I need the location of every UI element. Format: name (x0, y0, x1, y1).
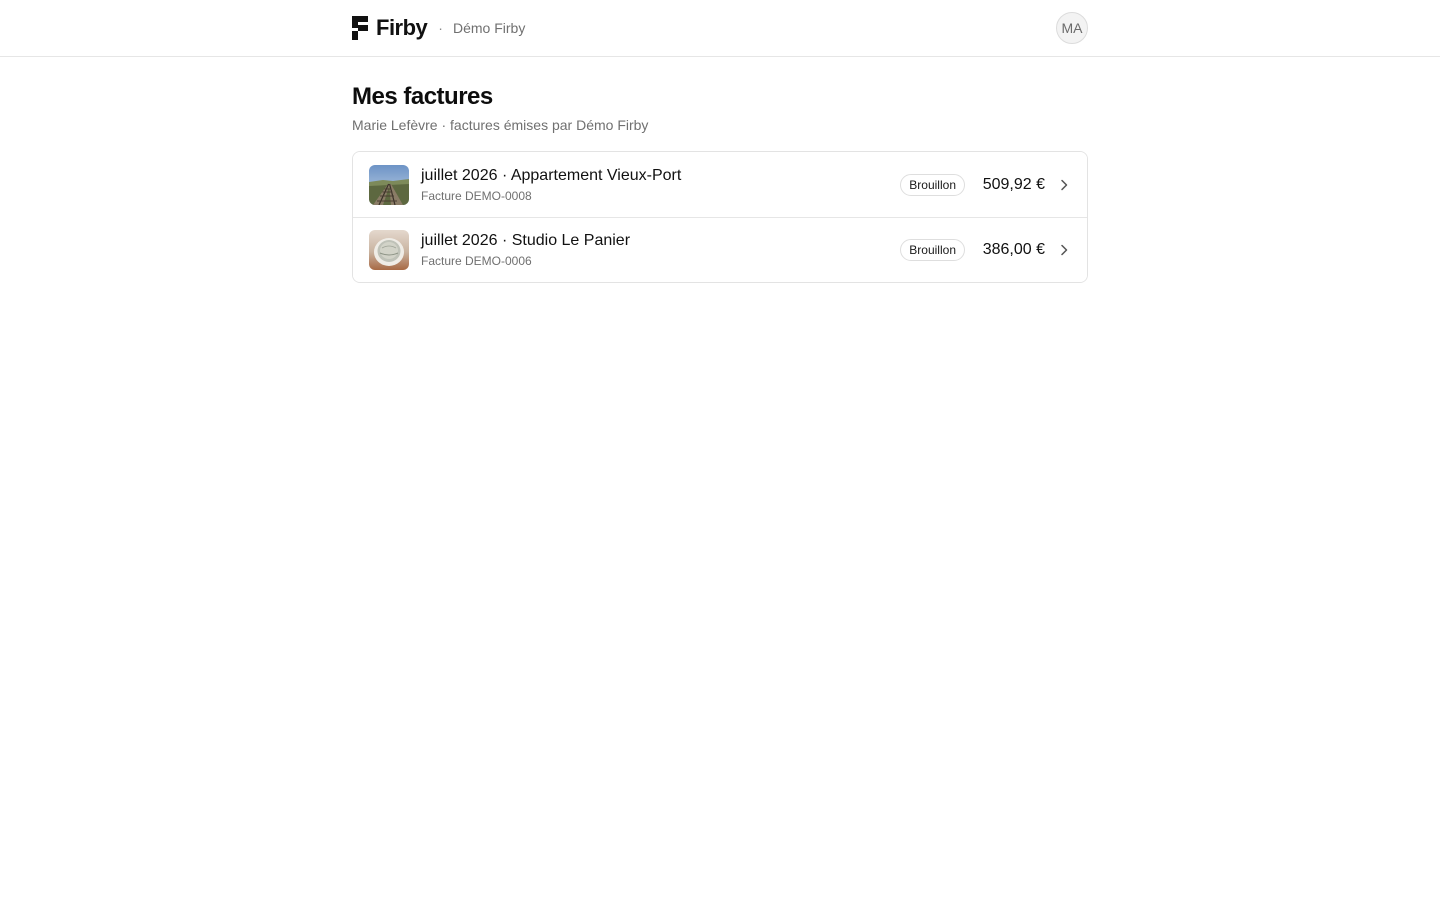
brand-name: Firby (376, 15, 428, 40)
page-title: Mes factures (352, 83, 493, 110)
firby-logo-icon (352, 16, 368, 40)
page-subtitle: Marie Lefèvre · factures émises par Démo… (352, 117, 649, 133)
chevron-right-icon (1057, 178, 1071, 192)
invoice-number: Facture DEMO-0006 (421, 254, 532, 268)
invoice-title: juillet 2026 · Studio Le Panier (421, 232, 631, 249)
invoice-text: juillet 2026 · Studio Le Panier Facture … (421, 231, 900, 269)
brand-separator: · (438, 20, 443, 36)
invoice-text: juillet 2026 · Appartement Vieux-Port Fa… (421, 166, 900, 204)
railway-landscape-image (369, 164, 409, 205)
invoice-number: Facture DEMO-0008 (421, 188, 532, 203)
status-badge: Brouillon (900, 173, 965, 196)
invoice-list: juillet 2026 · Appartement Vieux-Port Fa… (352, 151, 1088, 283)
user-avatar[interactable]: MA (1056, 12, 1088, 44)
invoice-amount: 386,00 € (982, 241, 1045, 258)
invoice-row[interactable]: juillet 2026 · Appartement Vieux-Port Fa… (353, 152, 1087, 217)
avatar-initials: MA (1061, 20, 1083, 36)
top-bar: Firby · Démo Firby MA (0, 0, 1440, 57)
invoice-thumbnail (369, 164, 409, 205)
top-bar-inner: Firby · Démo Firby MA (352, 0, 1088, 56)
invoice-thumbnail (369, 230, 409, 270)
brand[interactable]: Firby · Démo Firby (352, 15, 525, 41)
main-content: Mes factures Marie Lefèvre · factures ém… (352, 82, 1088, 283)
invoice-title: juillet 2026 · Appartement Vieux-Port (421, 166, 682, 184)
invoice-amount: 509,92 € (982, 175, 1045, 193)
status-badge: Brouillon (900, 239, 965, 261)
chevron-right-icon (1057, 243, 1071, 257)
organization-name: Démo Firby (452, 20, 526, 36)
coffee-cup-image (369, 230, 409, 270)
invoice-row[interactable]: juillet 2026 · Studio Le Panier Facture … (353, 217, 1087, 282)
